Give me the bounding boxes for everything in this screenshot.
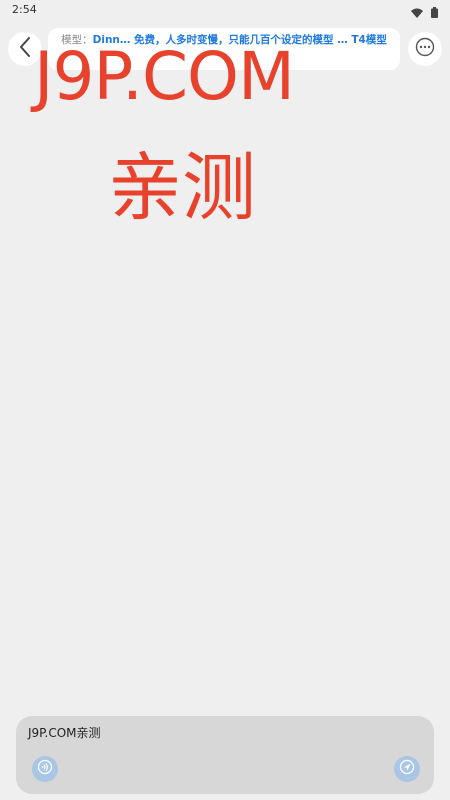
status-bar: 2:54 <box>0 0 450 22</box>
status-time: 2:54 <box>12 3 37 16</box>
back-button[interactable] <box>8 32 42 66</box>
more-dots-icon <box>415 37 435 61</box>
model-label: 模型： <box>61 34 93 46</box>
voice-icon <box>37 759 53 779</box>
model-info-banner[interactable]: 模型：Dinn… 免费，人多时变慢，只能几百个设定的模型 … T4模型 <box>48 28 400 70</box>
watermark-line-2: 亲测 <box>108 145 256 231</box>
message-composer[interactable]: J9P.COM亲测 <box>16 716 434 794</box>
model-description: Dinn… 免费，人多时变慢，只能几百个设定的模型 … T4模型 <box>92 34 387 46</box>
more-button[interactable] <box>408 32 442 66</box>
battery-icon <box>431 3 438 22</box>
voice-button[interactable] <box>32 756 58 782</box>
send-icon <box>399 759 415 779</box>
chevron-left-icon <box>18 36 32 62</box>
send-button[interactable] <box>394 756 420 782</box>
status-icons <box>411 3 438 22</box>
wifi-icon <box>411 3 423 22</box>
message-input[interactable]: J9P.COM亲测 <box>28 724 101 741</box>
